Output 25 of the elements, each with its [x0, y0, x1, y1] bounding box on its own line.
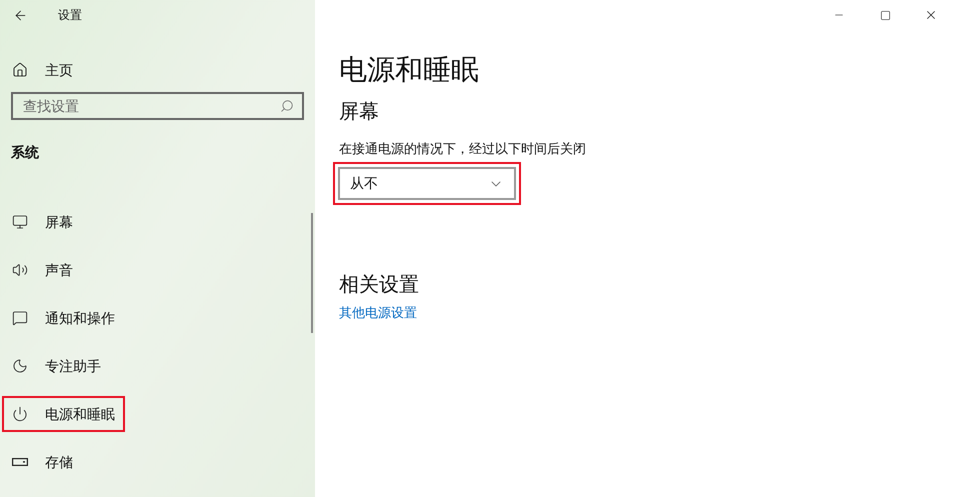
window-title: 设置 — [58, 7, 82, 24]
nav-item[interactable]: 专注助手 — [2, 348, 111, 384]
monitor-icon — [12, 214, 28, 230]
home-icon — [12, 62, 28, 78]
page-title: 电源和睡眠 — [339, 53, 480, 87]
power-icon — [12, 406, 28, 422]
nav-item[interactable]: 屏幕 — [2, 204, 83, 240]
power-settings-link[interactable]: 其他电源设置 — [339, 303, 417, 322]
section-heading: 相关设置 — [339, 273, 420, 298]
nav-item[interactable]: 通知和操作 — [2, 300, 125, 336]
description-text: 在接通电源的情况下，经过以下时间后关闭 — [339, 140, 587, 158]
maximize-icon — [880, 10, 890, 20]
drive-icon — [12, 458, 28, 466]
home-nav-item[interactable]: 主页 — [0, 58, 315, 82]
search-field[interactable]: 查找设置 — [11, 92, 304, 120]
timeout-dropdown[interactable]: 从不 — [338, 167, 516, 200]
search-icon — [280, 99, 294, 113]
section-heading: 系统 — [11, 143, 40, 162]
speech-bubble-icon — [12, 310, 28, 326]
moon-icon — [12, 358, 28, 374]
section-heading: 屏幕 — [339, 100, 380, 125]
nav-item[interactable]: 电源和睡眠 — [2, 396, 125, 432]
speaker-icon — [12, 262, 28, 278]
nav-item[interactable]: 声音 — [2, 252, 83, 288]
nav-item[interactable]: 存储 — [2, 444, 83, 480]
